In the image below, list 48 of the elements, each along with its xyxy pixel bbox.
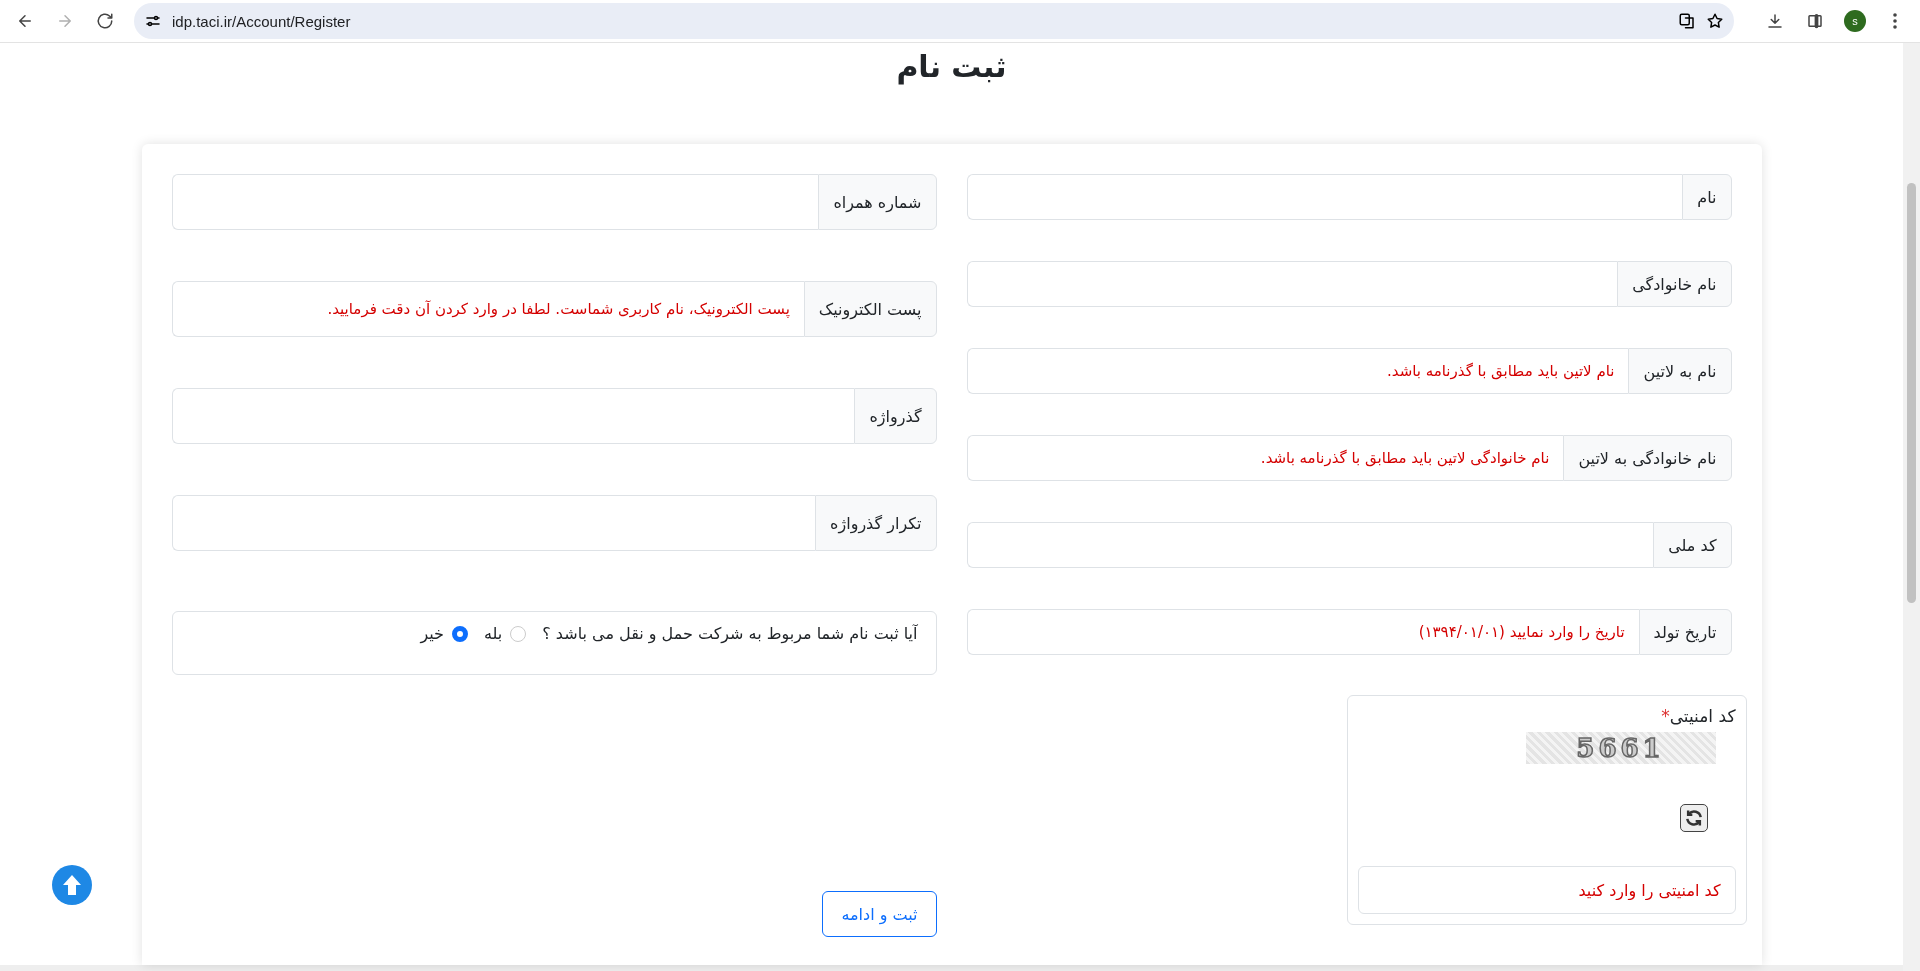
star-icon[interactable] (1706, 12, 1724, 30)
required-asterisk: * (1661, 706, 1670, 726)
scrollbar-thumb[interactable] (1907, 183, 1916, 603)
option-label[interactable]: بله (483, 624, 503, 643)
download-icon (1766, 12, 1784, 30)
field-label: نام خانوادگی به لاتین (1563, 435, 1732, 481)
input-field[interactable]: نام خانوادگی لاتین باید مطابق با گذرنامه باشد. (966, 435, 1564, 481)
scrollbar[interactable] (1903, 43, 1920, 971)
url-text: idp.taci.ir/Account/Register (172, 12, 352, 30)
input-field[interactable] (966, 261, 1618, 307)
submit-button[interactable]: ثبت و ادامه (822, 891, 937, 937)
refresh-icon (1683, 808, 1704, 828)
address-bar[interactable]: idp.taci.ir/Account/Register (134, 3, 1734, 39)
input-field[interactable] (171, 495, 816, 551)
field-label: پست الکترونیک (803, 281, 937, 337)
question-text: آیا ثبت نام شما مربوط به شرکت حمل و نقل می باشد ؟ (542, 624, 918, 643)
field-label: نام به لاتین (1628, 348, 1732, 394)
input-field[interactable]: نام لاتین باید مطابق با گذرنامه باشد. (966, 348, 1629, 394)
input-field[interactable]: پست الکترونیک، نام کاربری شماست. لطفا در وارد کردن آن دقت فرمایید. (171, 281, 804, 337)
option-label[interactable]: خیر (420, 624, 444, 643)
back-arrow-icon (16, 12, 34, 30)
scroll-to-top-button[interactable] (52, 865, 92, 905)
radio-button[interactable] (510, 625, 527, 642)
profile-avatar[interactable]: s (1844, 10, 1866, 32)
field-label: کد ملی (1653, 522, 1732, 568)
input-field[interactable] (966, 174, 1683, 220)
field-label: تاریخ تولد (1638, 609, 1732, 655)
input-field[interactable] (966, 522, 1654, 568)
side-panel-icon (1806, 12, 1824, 30)
input-field[interactable]: تاریخ را وارد نمایید (۱۳۹۴/۰۱/۰۱) (966, 609, 1639, 655)
captcha-image: 5661 (1525, 732, 1716, 764)
input-field[interactable] (171, 388, 855, 444)
radio-button[interactable] (451, 625, 468, 642)
captcha-input[interactable]: کد امنیتی را وارد کنید (1357, 866, 1736, 914)
translate-icon[interactable] (1678, 12, 1696, 30)
page-title: ثبت نام (896, 49, 1007, 87)
field-label: تکرار گذرواژه (815, 495, 937, 551)
input-field[interactable] (171, 174, 819, 230)
field-label: نام خانوادگی (1617, 261, 1732, 307)
up-arrow-icon (62, 874, 82, 896)
refresh-captcha-button[interactable] (1679, 804, 1708, 832)
menu-icon (1893, 13, 1897, 29)
reload-icon (96, 12, 114, 30)
captcha-label: کد امنیتی* (1660, 706, 1736, 726)
forward-arrow-icon (56, 12, 74, 30)
field-label: گذرواژه (854, 388, 937, 444)
field-label: شماره همراه (818, 174, 937, 230)
field-label: نام (1682, 174, 1732, 220)
